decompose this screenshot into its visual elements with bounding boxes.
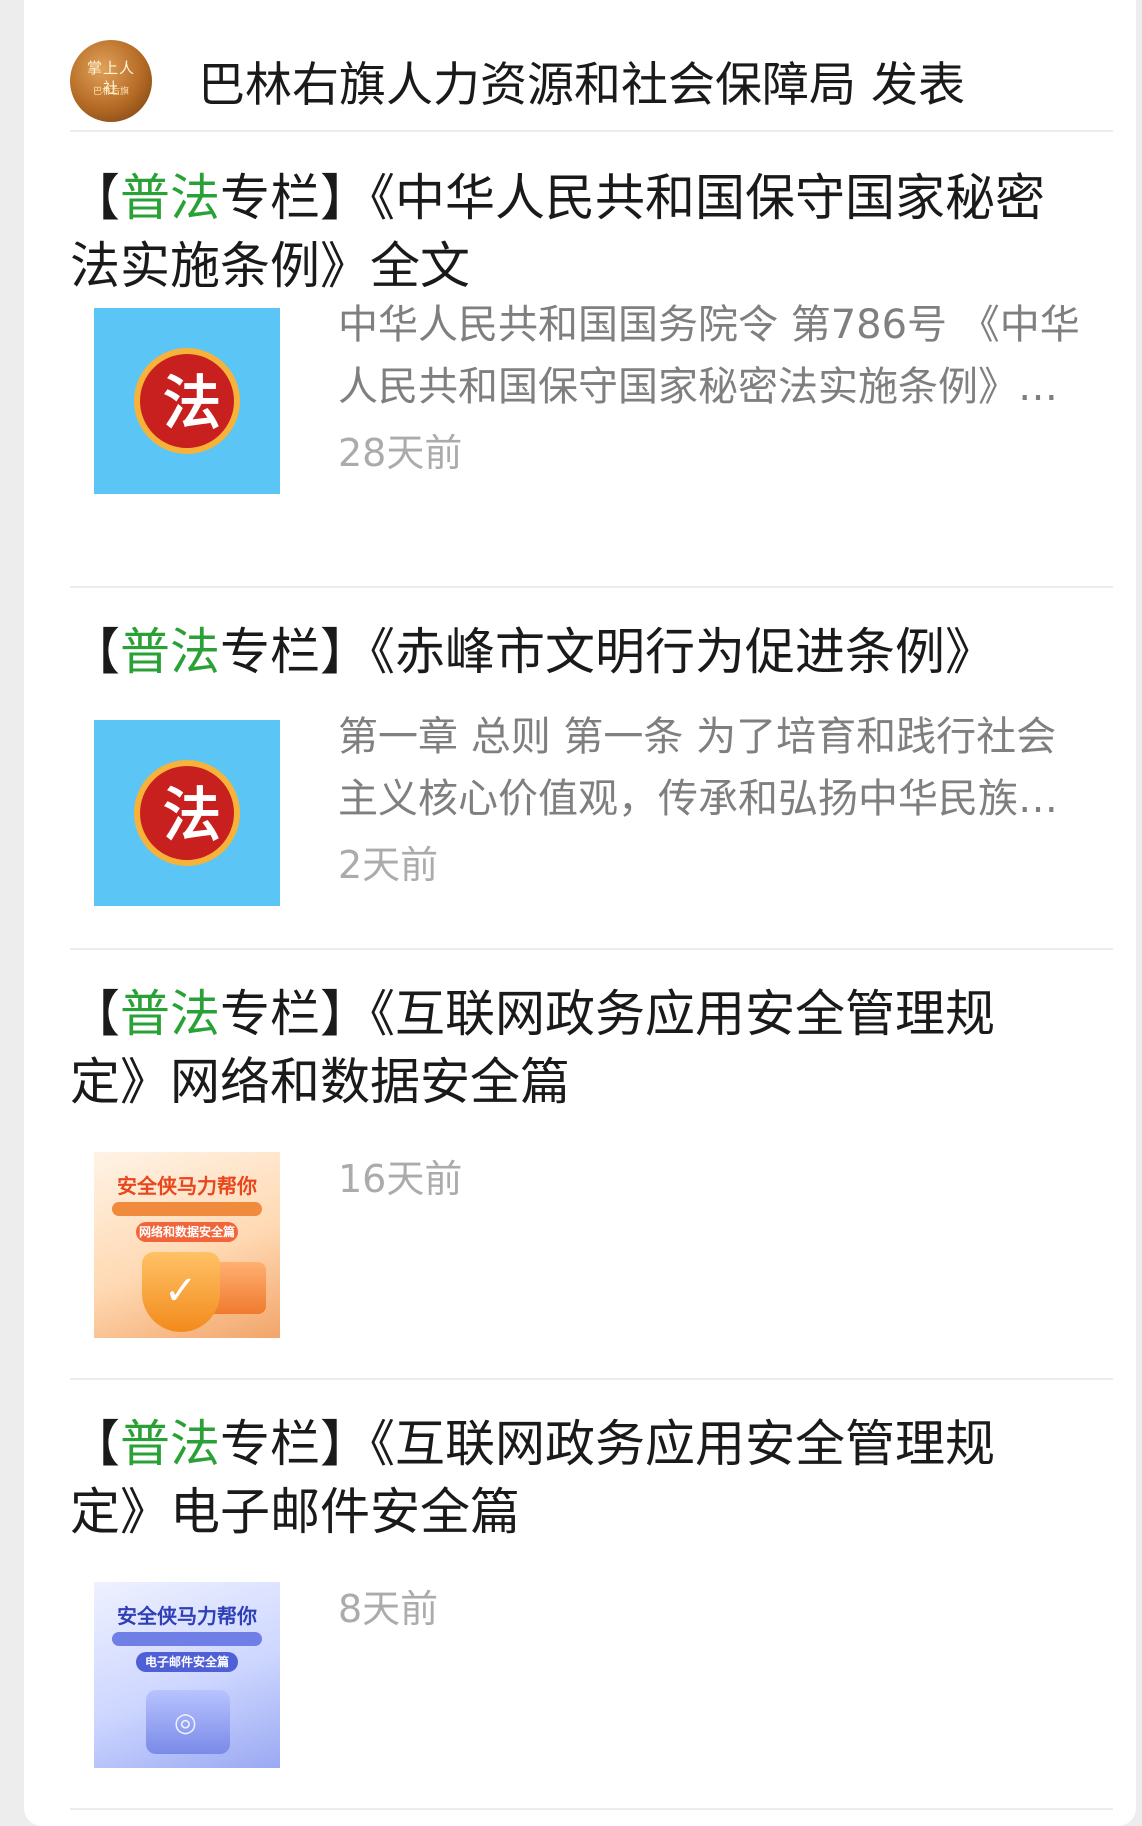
- avatar[interactable]: 掌上人社 巴林右旗: [70, 40, 152, 122]
- article-summary: 第一章 总则 第一条 为了培育和践行社会 主义核心价值观，传承和弘扬中华民族…: [338, 714, 1058, 822]
- article-thumbnail[interactable]: 安全侠马力帮你 电子邮件安全篇 ◎: [94, 1582, 280, 1768]
- article-time: 8天前: [338, 1587, 439, 1631]
- title-highlight: 普法: [120, 985, 220, 1043]
- article-time: 16天前: [338, 1157, 463, 1201]
- divider: [70, 948, 1113, 950]
- poster-title: 安全侠马力帮你: [117, 1604, 257, 1628]
- article-title[interactable]: 【普法专栏】《互联网政务应用安全管理规 定》网络和数据安全篇: [70, 980, 1113, 1116]
- shield-check-icon: ✓: [142, 1252, 220, 1332]
- title-highlight: 普法: [120, 623, 220, 681]
- article-item[interactable]: 【普法专栏】《互联网政务应用安全管理规 定》电子邮件安全篇 安全侠马力帮你 电子…: [70, 1410, 1113, 1770]
- poster-title: 安全侠马力帮你: [117, 1174, 257, 1198]
- article-summary: 中华人民共和国国务院令 第786号 《中华 人民共和国保守国家秘密法实施条例》…: [338, 302, 1080, 410]
- poster-pill: 网络和数据安全篇: [136, 1222, 238, 1242]
- publisher-header[interactable]: 掌上人社 巴林右旗 巴林右旗人力资源和社会保障局 发表: [70, 40, 1110, 152]
- article-item[interactable]: 【普法专栏】《中华人民共和国保守国家秘密 法实施条例》全文 法 中华人民共和国国…: [70, 164, 1113, 494]
- article-thumbnail[interactable]: 安全侠马力帮你 网络和数据安全篇 ✓: [94, 1152, 280, 1338]
- title-highlight: 普法: [120, 1415, 220, 1473]
- title-highlight: 普法: [120, 169, 220, 227]
- divider: [70, 1808, 1113, 1810]
- article-item[interactable]: 【普法专栏】《赤峰市文明行为促进条例》 法 第一章 总则 第一条 为了培育和践行…: [70, 618, 1113, 918]
- article-title[interactable]: 【普法专栏】《互联网政务应用安全管理规 定》电子邮件安全篇: [70, 1410, 1113, 1546]
- avatar-logo-subtext: 巴林右旗: [92, 87, 129, 97]
- publisher-name: 巴林右旗人力资源和社会保障局 发表: [198, 58, 965, 113]
- safe-lock-icon: ◎: [146, 1690, 230, 1754]
- article-thumbnail[interactable]: 法: [94, 720, 280, 906]
- divider: [70, 130, 1113, 132]
- article-time: 2天前: [338, 843, 439, 887]
- feed-card: 掌上人社 巴林右旗 巴林右旗人力资源和社会保障局 发表 【普法专栏】《中华人民共…: [24, 0, 1136, 1826]
- poster-pill: 电子邮件安全篇: [136, 1652, 238, 1672]
- article-thumbnail[interactable]: 法: [94, 308, 280, 494]
- article-title[interactable]: 【普法专栏】《赤峰市文明行为促进条例》: [70, 618, 1113, 686]
- poster-strip: [112, 1202, 262, 1216]
- law-logo-icon: 法: [134, 760, 240, 866]
- article-item[interactable]: 【普法专栏】《互联网政务应用安全管理规 定》网络和数据安全篇 安全侠马力帮你 网…: [70, 980, 1113, 1340]
- poster-strip: [112, 1632, 262, 1646]
- divider: [70, 586, 1113, 588]
- divider: [70, 1378, 1113, 1380]
- article-time: 28天前: [338, 431, 463, 475]
- law-logo-icon: 法: [134, 348, 240, 454]
- article-title[interactable]: 【普法专栏】《中华人民共和国保守国家秘密 法实施条例》全文: [70, 164, 1113, 300]
